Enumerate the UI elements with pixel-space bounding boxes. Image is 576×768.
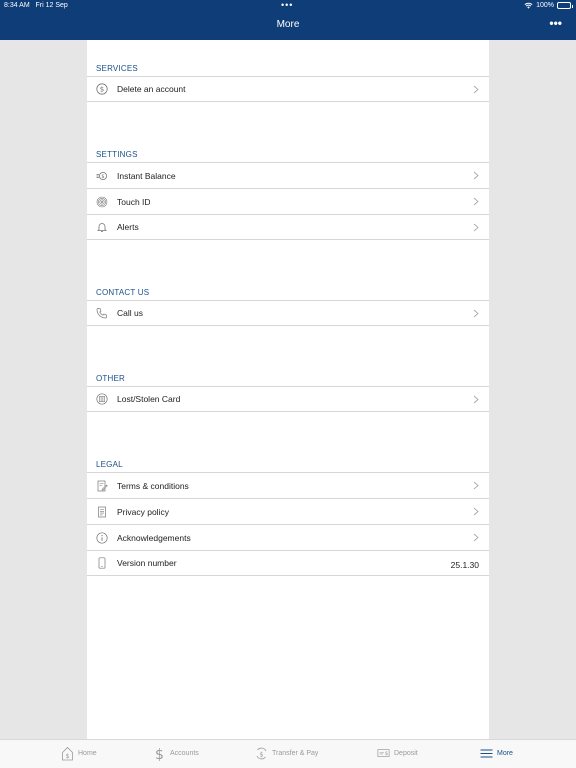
tab-accounts[interactable]: $ Accounts [153,746,199,761]
home-icon: $ [62,746,73,761]
instant-balance-icon: $ [96,170,108,182]
svg-text:$: $ [101,174,104,180]
row-privacy-policy[interactable]: Privacy policy [87,498,489,524]
app-header: 8:34 AM Fri 12 Sep ••• 100% More ••• [0,0,576,40]
row-version-number: Version number 25.1.30 [87,550,489,576]
row-label: Alerts [117,222,139,232]
section-legal: LEGAL Terms & conditions Privacy policy … [87,436,489,576]
chevron-right-icon [473,197,479,208]
info-icon [96,531,108,544]
row-label: Call us [117,308,143,318]
section-title: SERVICES [96,64,138,73]
svg-text:$: $ [385,751,388,757]
chevron-right-icon [473,533,479,544]
ellipsis-icon[interactable]: ••• [549,16,562,30]
row-label: Privacy policy [117,506,169,517]
chevron-right-icon [473,171,479,182]
phone-icon [96,307,108,319]
chevron-right-icon [473,309,479,320]
tab-transfer-pay[interactable]: $ Transfer & Pay [255,746,318,761]
svg-text:$: $ [259,751,263,759]
chevron-right-icon [473,223,479,234]
row-instant-balance[interactable]: $ Instant Balance [87,162,489,188]
section-contact-us: CONTACT US Call us [87,264,489,326]
section-services: SERVICES $ Delete an account [87,40,489,102]
deposit-icon: $ [377,749,390,757]
row-terms-conditions[interactable]: Terms & conditions [87,472,489,498]
svg-text:$: $ [155,747,164,761]
svg-text:$: $ [100,86,104,94]
tab-bar: $ Home $ Accounts $ Transfer & Pay $ Dep… [0,739,576,768]
tab-deposit[interactable]: $ Deposit [377,746,418,761]
row-lost-stolen-card[interactable]: Lost/Stolen Card [87,386,489,412]
tab-label: Home [78,750,97,757]
card-icon [96,393,108,405]
multitask-dots[interactable]: ••• [281,0,293,10]
page-title: More [276,19,300,30]
section-title: CONTACT US [96,288,150,297]
status-right: 100% [524,2,573,9]
status-time: 8:34 AM Fri 12 Sep [4,2,68,9]
dollar-circle-icon: $ [96,83,108,95]
section-title: SETTINGS [96,150,138,159]
section-settings: SETTINGS $ Instant Balance Touch ID Aler… [87,126,489,240]
settings-list: SERVICES $ Delete an account SETTINGS $ … [87,40,489,739]
dollar-icon: $ [155,747,164,761]
bell-icon [96,221,108,233]
row-label: Acknowledgements [117,532,191,543]
version-value: 25.1.30 [450,560,479,570]
row-acknowledgements[interactable]: Acknowledgements [87,524,489,550]
row-alerts[interactable]: Alerts [87,214,489,240]
svg-text:$: $ [66,753,70,760]
row-delete-account[interactable]: $ Delete an account [87,76,489,102]
battery-percent: 100% [536,2,554,9]
tab-label: Transfer & Pay [272,750,319,757]
tab-more[interactable]: More [480,746,513,761]
row-label: Terms & conditions [117,480,189,491]
row-label: Delete an account [117,84,186,94]
phone-device-icon [96,557,108,569]
row-call-us[interactable]: Call us [87,300,489,326]
tab-home[interactable]: $ Home [61,746,97,761]
row-label: Version number [117,558,177,568]
tab-label: Deposit [394,750,418,757]
fingerprint-icon [96,196,108,208]
battery-icon [557,2,573,9]
menu-icon [480,749,493,758]
section-other: OTHER Lost/Stolen Card [87,350,489,412]
chevron-right-icon [473,507,479,518]
chevron-right-icon [473,481,479,492]
row-label: Instant Balance [117,170,176,181]
document-icon [96,506,108,518]
section-title: LEGAL [96,460,123,469]
section-title: OTHER [96,374,125,383]
row-label: Touch ID [117,196,151,207]
transfer-icon: $ [256,747,267,760]
row-touch-id[interactable]: Touch ID [87,188,489,214]
chevron-right-icon [473,395,479,406]
chevron-right-icon [473,85,479,96]
wifi-icon [524,2,533,9]
tab-label: Accounts [170,750,199,757]
document-pen-icon [96,480,108,492]
tab-label: More [497,750,513,757]
row-label: Lost/Stolen Card [117,394,181,404]
